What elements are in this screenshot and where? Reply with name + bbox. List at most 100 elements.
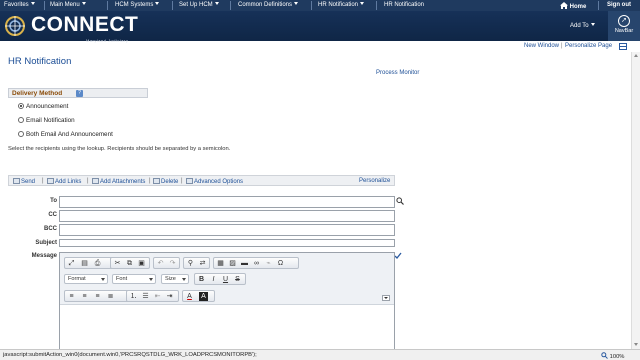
- logo-subtitle: Maryland Judiciary: [86, 38, 129, 43]
- breadcrumb-hcm-systems[interactable]: HCM Systems: [115, 2, 160, 10]
- print-icon[interactable]: ⎙: [93, 259, 102, 268]
- divider: |: [149, 178, 151, 184]
- send-icon: [13, 178, 20, 184]
- find-icon[interactable]: ⚲: [186, 259, 195, 268]
- option-announcement[interactable]: Announcement: [18, 103, 68, 110]
- maximize-icon[interactable]: ⤢: [67, 259, 76, 268]
- bcc-field[interactable]: [59, 224, 395, 236]
- new-window-link[interactable]: New Window: [524, 43, 559, 49]
- vertical-scrollbar[interactable]: [631, 52, 640, 349]
- navbar-button[interactable]: ➚ NavBar: [608, 11, 640, 41]
- delete-button[interactable]: Delete: [153, 178, 178, 185]
- divider: [107, 1, 108, 10]
- add-attachments-button[interactable]: Add Attachments: [92, 178, 145, 185]
- main-menu[interactable]: Main Menu: [50, 2, 86, 10]
- text-color-icon[interactable]: A: [185, 292, 194, 301]
- breadcrumb-common-definitions[interactable]: Common Definitions: [238, 2, 299, 10]
- editor-toolbar: ⤢ ▤ ⎙ ✂ ⧉ ▣ ↶ ↷ ⚲ ⇄ ▦ ▨ ▬ ∞ ⌁ Ω Format F…: [60, 253, 394, 305]
- chevron-down-icon: [590, 23, 595, 26]
- justify-icon[interactable]: ≣: [106, 292, 115, 301]
- divider: |: [87, 178, 89, 184]
- paste-icon[interactable]: ▣: [137, 259, 146, 268]
- radio-button[interactable]: [18, 131, 24, 137]
- send-label: Send: [21, 179, 36, 185]
- subject-field[interactable]: [59, 239, 395, 247]
- outdent-icon[interactable]: ⇤: [153, 292, 162, 301]
- cc-field[interactable]: [59, 210, 395, 222]
- delete-label: Delete: [161, 179, 179, 185]
- divider: |: [181, 178, 183, 184]
- font-dropdown[interactable]: Font: [112, 274, 156, 284]
- unlink-icon[interactable]: ⌁: [264, 259, 273, 268]
- breadcrumb-hr-notification[interactable]: HR Notification: [384, 2, 424, 10]
- radio-button-selected[interactable]: [18, 103, 24, 109]
- copy-icon[interactable]: ⧉: [125, 259, 134, 268]
- align-left-icon[interactable]: ≡: [67, 292, 76, 301]
- page-title: HR Notification: [8, 56, 72, 67]
- align-center-icon[interactable]: ≡: [80, 292, 89, 301]
- divider: [230, 1, 231, 10]
- preview-icon[interactable]: ▤: [80, 259, 89, 268]
- radio-button[interactable]: [18, 117, 24, 123]
- navbar-label: NavBar: [614, 28, 634, 34]
- table-icon[interactable]: ▦: [216, 259, 225, 268]
- image-icon[interactable]: ▨: [228, 259, 237, 268]
- scroll-up-icon[interactable]: [634, 54, 638, 57]
- spell-check-icon[interactable]: [394, 252, 402, 260]
- size-dropdown[interactable]: Size: [161, 274, 189, 284]
- bulleted-list-icon[interactable]: ☰: [141, 292, 150, 301]
- underline-icon[interactable]: U: [221, 275, 230, 284]
- breadcrumb-set-up-hcm[interactable]: Set Up HCM: [179, 2, 219, 10]
- zoom-level[interactable]: 100%: [601, 352, 624, 360]
- italic-icon[interactable]: I: [209, 275, 218, 284]
- main-menu-label: Main Menu: [50, 2, 80, 8]
- zoom-value: 100%: [609, 354, 625, 360]
- process-monitor-link[interactable]: Process Monitor: [376, 70, 419, 76]
- personalize-link[interactable]: Personalize: [359, 178, 390, 184]
- chevron-down-icon: [182, 278, 186, 281]
- favorites-label: Favorites: [4, 2, 29, 8]
- background-color-icon[interactable]: A: [199, 292, 208, 301]
- numbered-list-icon[interactable]: ⒈: [129, 292, 138, 301]
- scroll-down-icon[interactable]: [634, 343, 638, 346]
- help-grid-icon[interactable]: [619, 43, 627, 50]
- advanced-options-button[interactable]: Advanced Options: [186, 178, 243, 185]
- add-links-label: Add Links: [55, 179, 82, 185]
- divider: |: [561, 43, 563, 49]
- home-link[interactable]: Home: [560, 2, 586, 10]
- sign-out-link[interactable]: Sign out: [607, 2, 631, 8]
- cc-label: CC: [48, 212, 57, 218]
- message-editor[interactable]: ⤢ ▤ ⎙ ✂ ⧉ ▣ ↶ ↷ ⚲ ⇄ ▦ ▨ ▬ ∞ ⌁ Ω Format F…: [59, 252, 395, 360]
- link-icon: [47, 178, 54, 184]
- lookup-icon[interactable]: [396, 197, 404, 205]
- option-email-notification[interactable]: Email Notification: [18, 117, 75, 124]
- add-to-menu[interactable]: Add To: [570, 23, 595, 29]
- format-dropdown[interactable]: Format: [64, 274, 108, 284]
- cut-icon[interactable]: ✂: [113, 259, 122, 268]
- undo-icon[interactable]: ↶: [156, 259, 165, 268]
- send-button[interactable]: Send: [13, 178, 35, 185]
- help-icon[interactable]: ?: [76, 90, 83, 97]
- indent-icon[interactable]: ⇥: [165, 292, 174, 301]
- breadcrumb-label: HR Notification: [384, 2, 425, 8]
- strikethrough-icon[interactable]: S: [233, 275, 242, 284]
- breadcrumb-label: HCM Systems: [115, 2, 154, 8]
- to-field[interactable]: [59, 196, 395, 208]
- add-links-button[interactable]: Add Links: [47, 178, 81, 185]
- chevron-down-icon: [360, 2, 365, 5]
- bold-icon[interactable]: B: [197, 275, 206, 284]
- header-banner: CONNECT Maryland Judiciary Add To ➚ NavB…: [0, 11, 640, 43]
- favorites-menu[interactable]: Favorites: [4, 2, 35, 10]
- insert-link-icon[interactable]: ∞: [252, 259, 261, 268]
- horizontal-rule-icon[interactable]: ▬: [240, 259, 249, 268]
- personalize-page-link[interactable]: Personalize Page: [565, 43, 612, 49]
- chevron-down-icon: [214, 2, 219, 5]
- replace-icon[interactable]: ⇄: [198, 259, 207, 268]
- collapse-toolbar-button[interactable]: [382, 295, 390, 301]
- special-character-icon[interactable]: Ω: [276, 259, 285, 268]
- align-right-icon[interactable]: ≡: [93, 292, 102, 301]
- redo-icon[interactable]: ↷: [168, 259, 177, 268]
- option-both[interactable]: Both Email And Announcement: [18, 131, 113, 138]
- breadcrumb-hr-notification-folder[interactable]: HR Notification: [318, 2, 365, 10]
- trash-icon: [153, 178, 160, 184]
